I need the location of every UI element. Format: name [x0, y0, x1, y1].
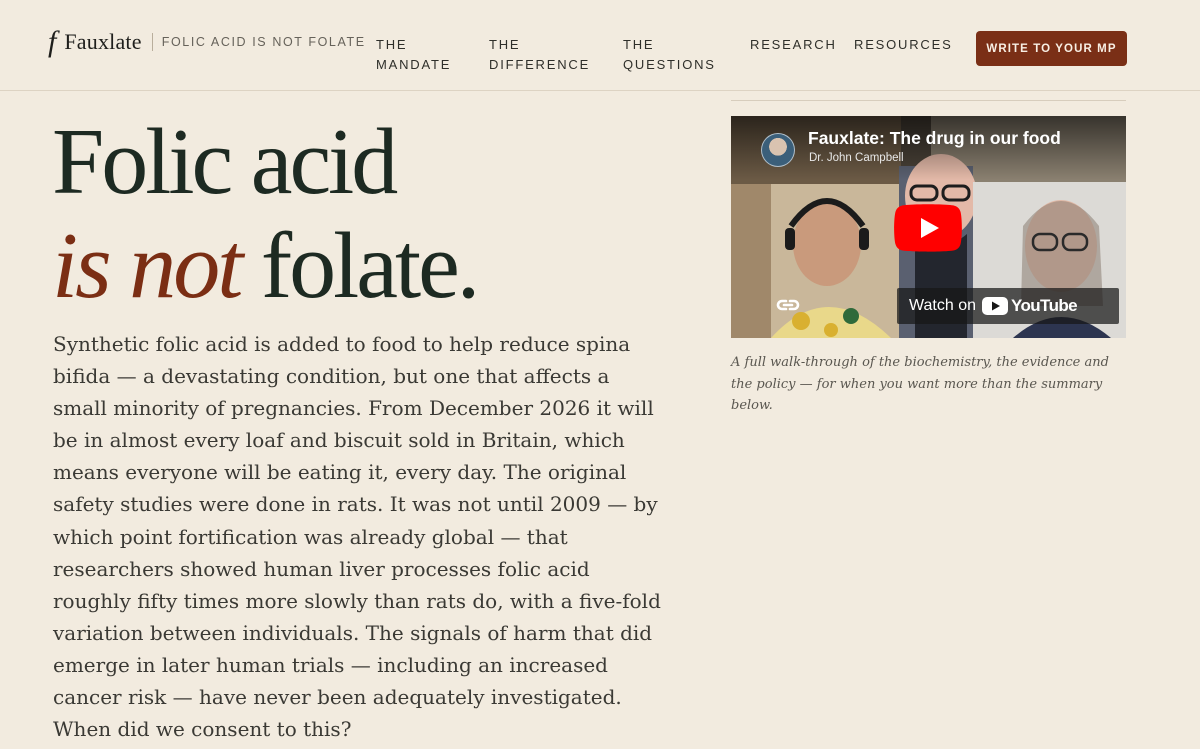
nav-item-research[interactable]: RESEARCH: [750, 35, 837, 55]
video-top-divider: [731, 100, 1126, 101]
logo-name: Fauxlate: [64, 29, 142, 54]
video-title[interactable]: Fauxlate: The drug in our food: [808, 128, 1061, 149]
nav-label-line1: THE: [489, 37, 521, 52]
play-icon[interactable]: [894, 204, 962, 252]
nav-item-the-mandate[interactable]: THE MANDATE: [376, 35, 451, 75]
video-caption: A full walk-through of the biochemistry,…: [731, 355, 1109, 413]
youtube-play-glyph-icon: [982, 297, 1008, 315]
watch-on-youtube-button[interactable]: Watch on YouTube: [897, 288, 1119, 324]
youtube-logo-icon: YouTube: [982, 296, 1078, 316]
nav-label-line1: RESOURCES: [854, 37, 953, 52]
nav-item-the-difference[interactable]: THE DIFFERENCE: [489, 35, 590, 75]
nav-label-line2: DIFFERENCE: [489, 57, 591, 72]
nav-label-line1: RESEARCH: [750, 37, 837, 52]
headline-accent: is not: [52, 214, 243, 318]
nav-label-line1: THE: [376, 37, 408, 52]
site-header: f Fauxlate FOLIC ACID IS NOT FOLATE THE …: [0, 0, 1200, 91]
channel-avatar[interactable]: [761, 133, 795, 167]
nav-item-resources[interactable]: RESOURCES: [854, 35, 953, 55]
video-channel-name[interactable]: Dr. John Campbell: [809, 152, 904, 164]
nav-label-line2: MANDATE: [376, 57, 452, 72]
write-to-your-mp-button[interactable]: WRITE TO YOUR MP: [976, 31, 1127, 66]
link-icon[interactable]: [775, 292, 801, 318]
brand[interactable]: f Fauxlate FOLIC ACID IS NOT FOLATE: [48, 26, 366, 58]
youtube-wordmark: YouTube: [1011, 296, 1078, 315]
headline-line-2: is not folate.: [52, 214, 480, 318]
intro-paragraph: Synthetic folic acid is added to food to…: [53, 332, 661, 742]
watch-on-label: Watch on: [909, 297, 976, 314]
nav-label-line2: QUESTIONS: [623, 57, 716, 72]
brand-tagline: FOLIC ACID IS NOT FOLATE: [161, 35, 366, 49]
headline-line-1: Folic acid: [52, 110, 398, 214]
nav-label-line1: THE: [623, 37, 655, 52]
video-embed[interactable]: Fauxlate: The drug in our food Dr. John …: [731, 116, 1126, 338]
nav-item-the-questions[interactable]: THE QUESTIONS: [623, 35, 716, 75]
page-headline: Folic acid is not folate.: [52, 110, 480, 318]
logo-mark: f: [48, 25, 57, 58]
headline-rest: folate.: [240, 214, 480, 318]
brand-divider: [151, 33, 153, 51]
